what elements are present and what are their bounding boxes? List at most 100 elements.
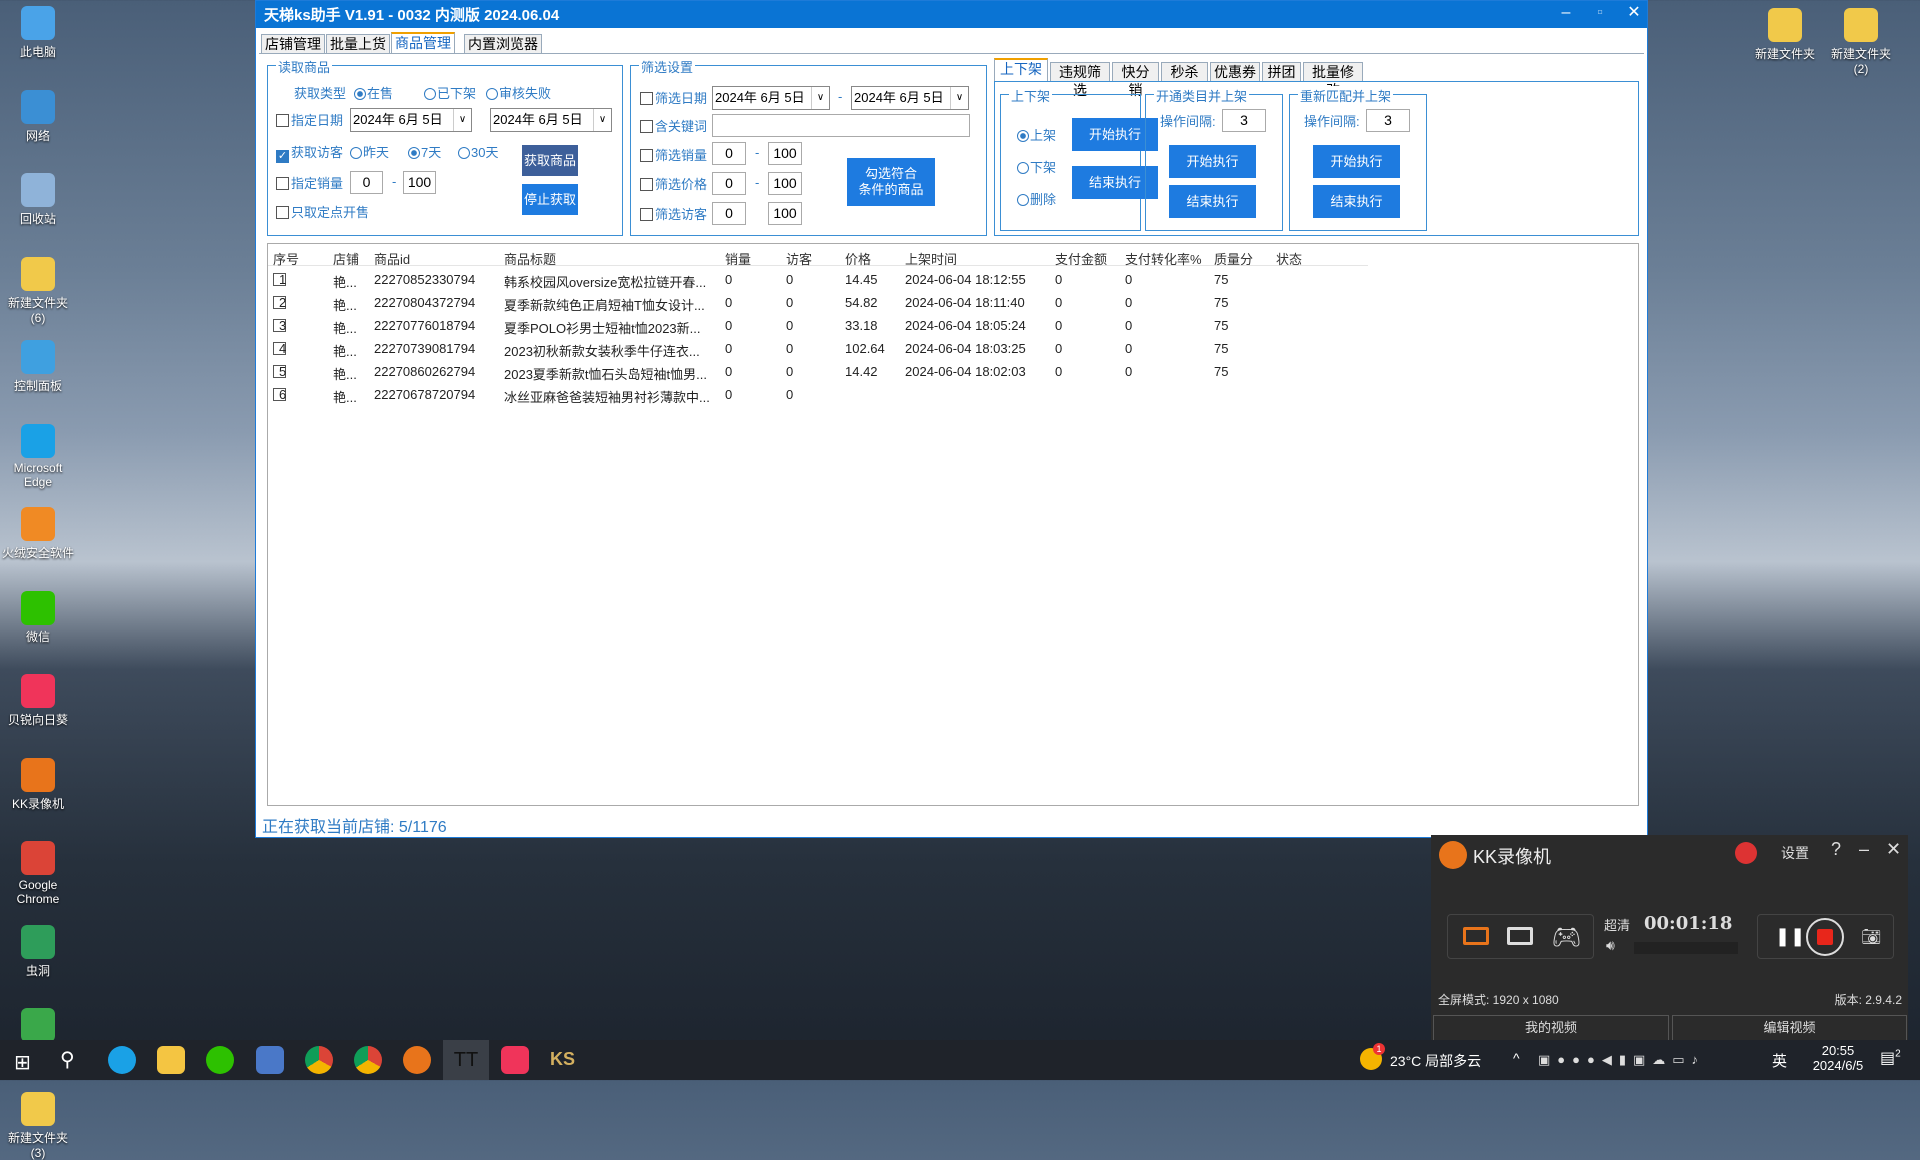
- fixed-sale-checkbox[interactable]: 只取定点开售: [276, 202, 369, 221]
- desktop-icon[interactable]: KK录像机: [0, 757, 78, 812]
- column-header[interactable]: 商品id: [374, 249, 410, 268]
- desktop-icon[interactable]: 微信: [0, 590, 78, 645]
- desktop-icon[interactable]: Microsoft Edge: [0, 423, 78, 489]
- edit-video-button[interactable]: 编辑视频: [1672, 1015, 1907, 1041]
- region-mode-icon[interactable]: [1507, 927, 1533, 945]
- chevron-up-icon[interactable]: ^: [1513, 1050, 1520, 1066]
- my-videos-button[interactable]: 我的视频: [1433, 1015, 1669, 1041]
- pause-icon[interactable]: ❚❚: [1775, 926, 1805, 947]
- desktop-icon[interactable]: Google Chrome: [0, 841, 78, 906]
- windows-start-icon[interactable]: ⊞: [14, 1050, 31, 1075]
- filter-visitor-checkbox[interactable]: 筛选访客: [640, 204, 707, 223]
- keyword-input[interactable]: [712, 114, 970, 137]
- file-explorer-icon[interactable]: [157, 1046, 185, 1074]
- ops-tab[interactable]: 优惠券: [1210, 62, 1260, 81]
- sales-max-input[interactable]: 100: [403, 171, 436, 194]
- column-header[interactable]: 访客: [786, 249, 812, 268]
- radio-list[interactable]: 上架: [1017, 125, 1056, 144]
- filter-date-checkbox[interactable]: 筛选日期: [640, 88, 707, 107]
- radio-on-sale[interactable]: 在售: [354, 83, 393, 102]
- rematch-start-button[interactable]: 开始执行: [1313, 145, 1400, 178]
- chrome-icon[interactable]: [354, 1046, 382, 1074]
- interval-input[interactable]: 3: [1366, 109, 1410, 132]
- column-header[interactable]: 价格: [845, 249, 871, 268]
- radio-audit-failed[interactable]: 审核失败: [486, 83, 551, 102]
- stop-fetch-button[interactable]: 停止获取: [522, 184, 578, 215]
- quality-label[interactable]: 超清: [1604, 915, 1630, 934]
- ops-tab[interactable]: 秒杀: [1161, 62, 1208, 81]
- sales-min-input[interactable]: 0: [350, 171, 383, 194]
- weather-text[interactable]: 23°C 局部多云: [1390, 1051, 1481, 1071]
- close-button[interactable]: ✕: [1886, 839, 1901, 860]
- filter-visit-max[interactable]: 100: [768, 202, 802, 225]
- radio-7days[interactable]: 7天: [408, 142, 441, 161]
- filter-date-to[interactable]: 2024年 6月 5日 ∨: [851, 86, 969, 110]
- desktop-icon[interactable]: 贝锐向日葵: [0, 674, 78, 728]
- desktop-icon[interactable]: 控制面板: [0, 340, 78, 394]
- search-icon[interactable]: ⚲: [60, 1047, 75, 1072]
- visitor-checkbox[interactable]: ✓ 获取访客: [276, 142, 343, 163]
- desktop-icon[interactable]: 回收站: [0, 173, 78, 227]
- column-header[interactable]: 状态: [1276, 249, 1302, 268]
- wechat-icon[interactable]: [206, 1046, 234, 1074]
- desktop-icon[interactable]: 新建文件夹 (6): [0, 256, 78, 325]
- kk-recorder-icon[interactable]: [403, 1046, 431, 1074]
- filter-sales-checkbox[interactable]: 筛选销量: [640, 145, 707, 164]
- remote-desktop-icon[interactable]: [256, 1046, 284, 1074]
- edge-icon[interactable]: [108, 1046, 136, 1074]
- camera-icon[interactable]: 📷︎: [1861, 927, 1881, 947]
- fullscreen-mode-icon[interactable]: [1463, 927, 1489, 945]
- tab-batch-upload[interactable]: 批量上货: [326, 34, 390, 53]
- radio-delisted[interactable]: 已下架: [424, 83, 476, 102]
- rematch-stop-button[interactable]: 结束执行: [1313, 185, 1400, 218]
- date-checkbox[interactable]: 指定日期: [276, 110, 343, 129]
- radio-delist[interactable]: 下架: [1017, 157, 1056, 176]
- table-row[interactable]: 3 艳... 22270776018794 夏季POLO衫男士短袖t恤2023新...…: [268, 315, 1368, 338]
- date-to-picker[interactable]: 2024年 6月 5日 ∨: [490, 108, 612, 132]
- ks-app-icon[interactable]: KS: [550, 1049, 575, 1070]
- radio-30days[interactable]: 30天: [458, 142, 498, 161]
- category-start-button[interactable]: 开始执行: [1169, 145, 1256, 178]
- close-button[interactable]: ✕: [1617, 1, 1651, 28]
- help-button[interactable]: ?: [1831, 839, 1841, 860]
- filter-price-checkbox[interactable]: 筛选价格: [640, 174, 707, 193]
- filter-sales-min[interactable]: 0: [712, 142, 746, 165]
- table-row[interactable]: 2 艳... 22270804372794 夏季新款纯色正肩短袖T恤女设计... 0 0 5…: [268, 292, 1368, 315]
- column-header[interactable]: 店铺: [333, 249, 371, 268]
- column-header[interactable]: 序号: [273, 249, 299, 268]
- ops-tab[interactable]: 批量修改: [1303, 62, 1363, 98]
- fetch-products-button[interactable]: 获取商品: [522, 145, 578, 176]
- column-header[interactable]: 支付转化率%: [1125, 249, 1202, 268]
- column-header[interactable]: 上架时间: [905, 249, 957, 268]
- minimize-button[interactable]: –: [1549, 1, 1583, 28]
- tab-shop-manage[interactable]: 店铺管理: [261, 34, 325, 53]
- select-matching-button[interactable]: 勾选符合 条件的商品: [847, 158, 935, 206]
- filter-sales-max[interactable]: 100: [768, 142, 802, 165]
- column-header[interactable]: 支付金额: [1055, 249, 1107, 268]
- radio-yesterday[interactable]: 昨天: [350, 142, 389, 161]
- ops-tab[interactable]: 违规筛选: [1050, 62, 1110, 98]
- sales-checkbox[interactable]: 指定销量: [276, 173, 343, 192]
- column-header[interactable]: 销量: [725, 249, 751, 268]
- category-stop-button[interactable]: 结束执行: [1169, 185, 1256, 218]
- desktop-icon[interactable]: 新建文件夹 (3): [0, 1091, 78, 1160]
- desktop-icon[interactable]: 新建文件夹: [1745, 8, 1825, 62]
- table-row[interactable]: 4 艳... 22270739081794 2023初秋新款女装秋季牛仔连衣... 0 0…: [268, 338, 1368, 361]
- desktop-icon[interactable]: 网络: [0, 89, 78, 144]
- ime-indicator[interactable]: 英: [1772, 1050, 1787, 1071]
- table-row[interactable]: 1 艳... 22270852330794 韩系校园风oversize宽松拉链开春..…: [268, 269, 1368, 292]
- radio-delete[interactable]: 删除: [1017, 189, 1056, 208]
- desktop-icon[interactable]: 新建文件夹 (2): [1821, 8, 1901, 76]
- clock[interactable]: 20:55 2024/6/5: [1808, 1043, 1868, 1073]
- tab-browser[interactable]: 内置浏览器: [464, 34, 542, 53]
- desktop-icon[interactable]: 此电脑: [0, 6, 78, 60]
- table-row[interactable]: 5 艳... 22270860262794 2023夏季新款t恤石头岛短袖t恤男...…: [268, 361, 1368, 384]
- settings-button[interactable]: 设置: [1781, 843, 1809, 863]
- notification-icon[interactable]: ▤2: [1880, 1048, 1901, 1068]
- sunlogin-icon[interactable]: [501, 1046, 529, 1074]
- desktop-icon[interactable]: 火绒安全软件: [0, 507, 78, 561]
- filter-visit-min[interactable]: 0: [712, 202, 746, 225]
- ops-tab[interactable]: 快分销: [1112, 62, 1159, 98]
- volume-icon[interactable]: 🔊︎: [1606, 937, 1615, 954]
- ops-tab[interactable]: 拼团: [1262, 62, 1301, 81]
